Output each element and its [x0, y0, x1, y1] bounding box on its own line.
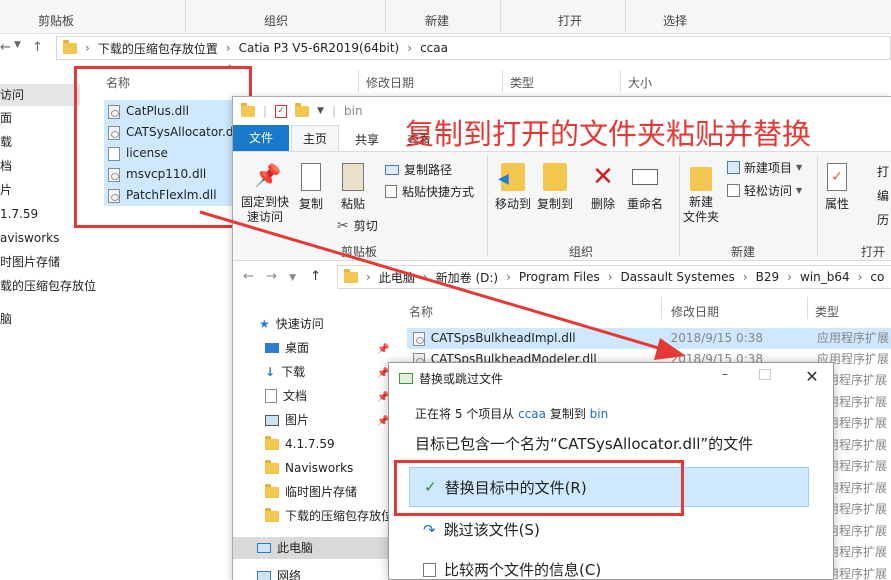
- arrow-line: [199, 210, 673, 354]
- annotation-arrow: [199, 210, 686, 360]
- arrow-head: [654, 338, 686, 360]
